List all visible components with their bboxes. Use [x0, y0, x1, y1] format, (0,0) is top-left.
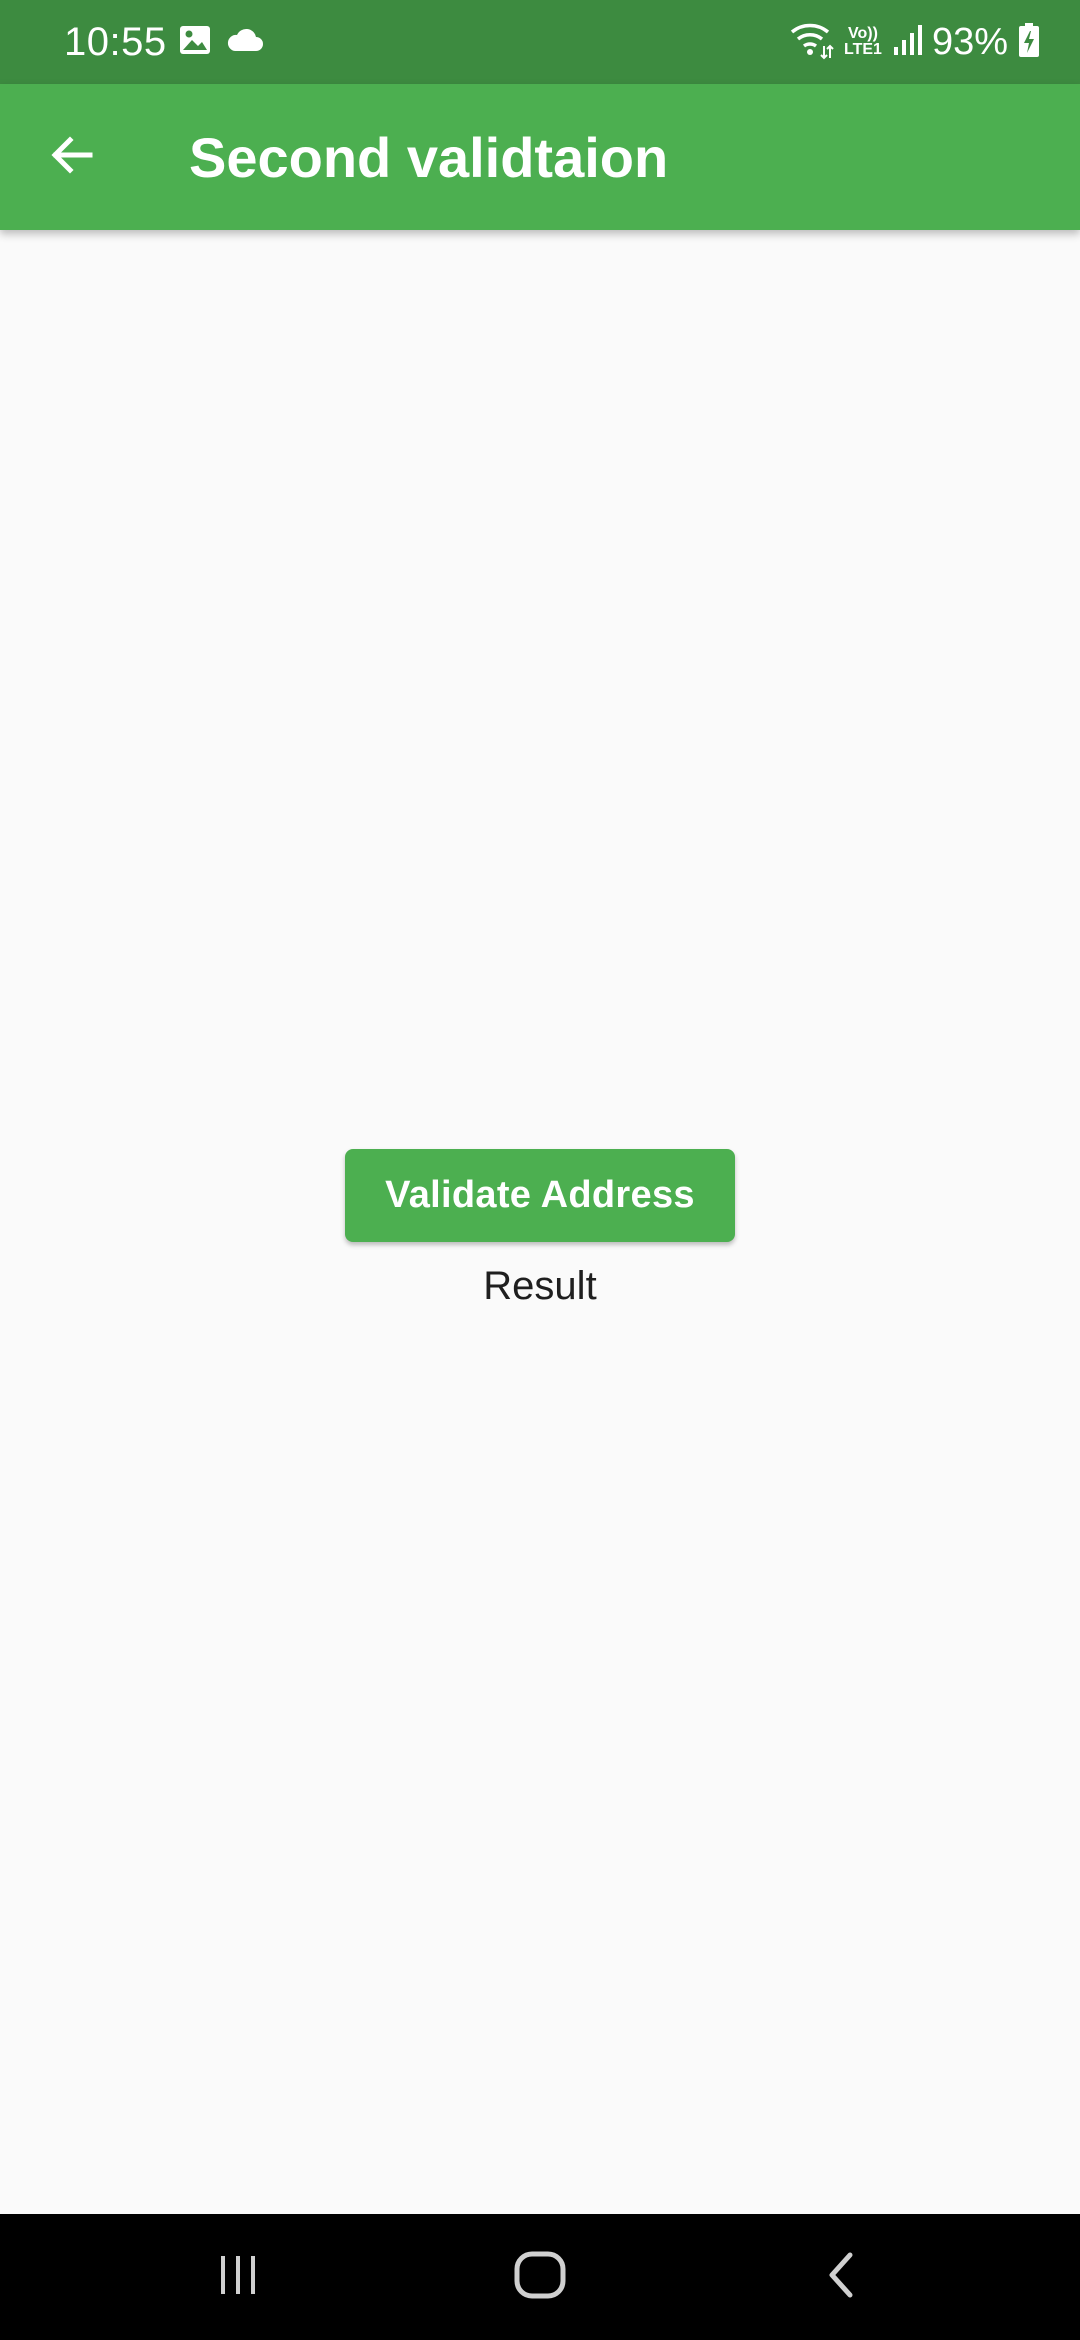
volte-line1: Vo)) — [848, 25, 878, 42]
battery-charging-icon — [1018, 22, 1040, 63]
nav-back-button[interactable] — [802, 2237, 882, 2317]
image-icon — [178, 24, 212, 61]
home-icon — [513, 2248, 567, 2307]
wifi-icon — [790, 20, 834, 65]
status-bar: 10:55 Vo)) LTE1 93% — [0, 0, 1080, 84]
volte-line2: LTE1 — [844, 41, 882, 58]
battery-percent: 93% — [931, 21, 1008, 63]
recents-button[interactable] — [198, 2237, 278, 2317]
validate-address-button[interactable]: Validate Address — [345, 1149, 735, 1242]
home-button[interactable] — [500, 2237, 580, 2317]
app-bar: Second validtaion — [0, 84, 1080, 230]
signal-icon — [892, 23, 922, 62]
volte-icon: Vo)) LTE1 — [844, 26, 882, 58]
back-button[interactable] — [30, 115, 114, 199]
result-text: Result — [483, 1264, 597, 1308]
back-icon — [818, 2251, 866, 2304]
recents-icon — [214, 2251, 262, 2304]
system-nav-bar — [0, 2214, 1080, 2340]
system-status-icons: Vo)) LTE1 93% — [790, 16, 1040, 68]
status-time: 10:55 — [64, 20, 167, 64]
arrow-back-icon — [48, 131, 96, 184]
page-title: Second validtaion — [189, 126, 669, 189]
cloud-icon — [226, 27, 264, 58]
notification-icons — [178, 24, 264, 60]
